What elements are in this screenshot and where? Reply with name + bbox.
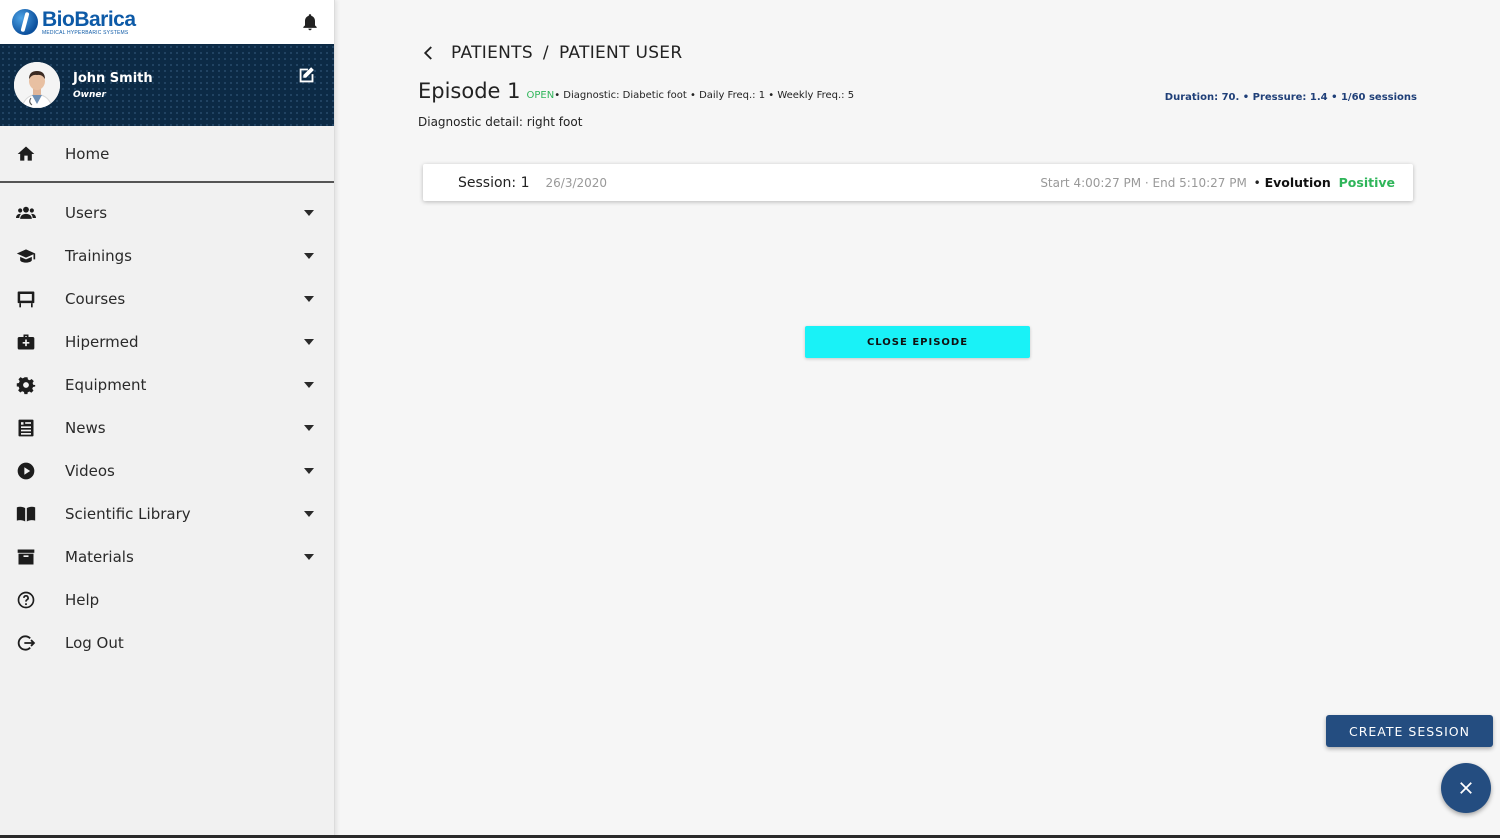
chevron-down-icon[interactable]: [304, 252, 314, 259]
sidebar-item-scientific-library[interactable]: Scientific Library: [0, 492, 334, 535]
diagnostic-detail: Diagnostic detail: right foot: [418, 115, 583, 129]
sidebar-item-label: Home: [65, 144, 110, 163]
archive-icon: [16, 547, 36, 567]
sidebar-item-home[interactable]: Home: [0, 126, 334, 183]
brand-logo-mark: [12, 9, 38, 35]
brand-name: BioBarica: [42, 7, 136, 31]
sidebar-item-materials[interactable]: Materials: [0, 535, 334, 578]
sidebar-topbar: BioBarica MEDICAL HYPERBARIC SYSTEMS: [0, 0, 334, 44]
sidebar-item-label: Users: [65, 203, 108, 222]
chalkboard-icon: [16, 289, 36, 309]
logout-icon: [16, 633, 36, 653]
sidebar-item-label: Log Out: [65, 633, 124, 652]
notification-bell-icon[interactable]: [300, 12, 320, 32]
episode-meta: • Diagnostic: Diabetic foot • Daily Freq…: [554, 90, 855, 101]
sidebar-item-label: Hipermed: [65, 332, 139, 351]
breadcrumb-current: PATIENT USER: [558, 43, 683, 63]
episode-title: Episode 1: [418, 79, 521, 103]
home-icon: [16, 144, 36, 164]
edit-profile-icon[interactable]: [296, 64, 318, 86]
sidebar: BioBarica MEDICAL HYPERBARIC SYSTEMS Joh…: [0, 0, 335, 838]
newspaper-icon: [16, 418, 36, 438]
sidebar-item-videos[interactable]: Videos: [0, 449, 334, 492]
sidebar-item-label: Scientific Library: [65, 504, 191, 523]
session-label: Session: 1: [458, 174, 530, 191]
help-circle-icon: [16, 590, 36, 610]
users-icon: [16, 203, 36, 223]
sidebar-nav: Home Users Trainings Courses Hipermed Eq…: [0, 126, 334, 664]
sidebar-item-label: Equipment: [65, 375, 147, 394]
sidebar-item-label: Trainings: [65, 246, 133, 265]
chevron-down-icon[interactable]: [304, 467, 314, 474]
sidebar-item-help[interactable]: Help: [0, 578, 334, 621]
breadcrumb-parent[interactable]: PATIENTS: [451, 43, 533, 63]
back-arrow-icon[interactable]: [420, 44, 438, 62]
brand-tagline: MEDICAL HYPERBARIC SYSTEMS: [42, 29, 129, 36]
sidebar-item-label: Videos: [65, 461, 115, 480]
episode-summary: Duration: 70. • Pressure: 1.4 • 1/60 ses…: [1164, 92, 1417, 103]
chevron-down-icon[interactable]: [304, 338, 314, 345]
chevron-down-icon[interactable]: [304, 424, 314, 431]
user-role: Owner: [73, 89, 106, 100]
sidebar-item-hipermed[interactable]: Hipermed: [0, 320, 334, 363]
user-profile-panel: John Smith Owner: [0, 44, 334, 126]
sidebar-item-logout[interactable]: Log Out: [0, 621, 334, 664]
chevron-down-icon[interactable]: [304, 510, 314, 517]
sidebar-item-label: Help: [65, 590, 100, 609]
sidebar-item-label: News: [65, 418, 106, 437]
sidebar-item-label: Materials: [65, 547, 134, 566]
session-card[interactable]: Session: 1 26/3/2020 Start 4:00:27 PM · …: [423, 164, 1413, 201]
chevron-down-icon[interactable]: [304, 209, 314, 216]
medkit-icon: [16, 332, 36, 352]
session-times: Start 4:00:27 PM · End 5:10:27 PM: [1040, 176, 1247, 190]
breadcrumb: PATIENTS / PATIENT USER: [420, 43, 682, 63]
episode-status-badge: OPEN: [526, 90, 555, 101]
sidebar-item-users[interactable]: Users: [0, 191, 334, 234]
evolution-value: Positive: [1338, 175, 1395, 190]
avatar[interactable]: [14, 62, 60, 108]
gear-icon: [16, 375, 36, 395]
chevron-down-icon[interactable]: [304, 553, 314, 560]
close-icon: [1460, 782, 1472, 794]
close-fab-button[interactable]: [1441, 763, 1491, 813]
chevron-down-icon[interactable]: [304, 381, 314, 388]
chevron-down-icon[interactable]: [304, 295, 314, 302]
create-session-button[interactable]: CREATE SESSION: [1326, 715, 1493, 747]
sidebar-item-news[interactable]: News: [0, 406, 334, 449]
sidebar-item-label: Courses: [65, 289, 126, 308]
session-times-group: Start 4:00:27 PM · End 5:10:27 PM • Evol…: [1040, 175, 1395, 190]
play-circle-icon: [16, 461, 36, 481]
breadcrumb-separator: /: [542, 43, 549, 63]
evolution-label: Evolution: [1264, 175, 1331, 190]
brand-logo[interactable]: BioBarica MEDICAL HYPERBARIC SYSTEMS: [12, 9, 136, 36]
book-icon: [16, 504, 36, 524]
close-episode-button[interactable]: CLOSE EPISODE: [805, 326, 1030, 358]
user-name: John Smith: [73, 70, 153, 86]
graduation-cap-icon: [16, 246, 36, 266]
episode-header: Episode 1 OPEN • Diagnostic: Diabetic fo…: [418, 79, 854, 103]
sidebar-item-courses[interactable]: Courses: [0, 277, 334, 320]
sidebar-item-trainings[interactable]: Trainings: [0, 234, 334, 277]
session-date: 26/3/2020: [545, 175, 608, 190]
sidebar-item-equipment[interactable]: Equipment: [0, 363, 334, 406]
session-bullet: •: [1253, 176, 1261, 190]
